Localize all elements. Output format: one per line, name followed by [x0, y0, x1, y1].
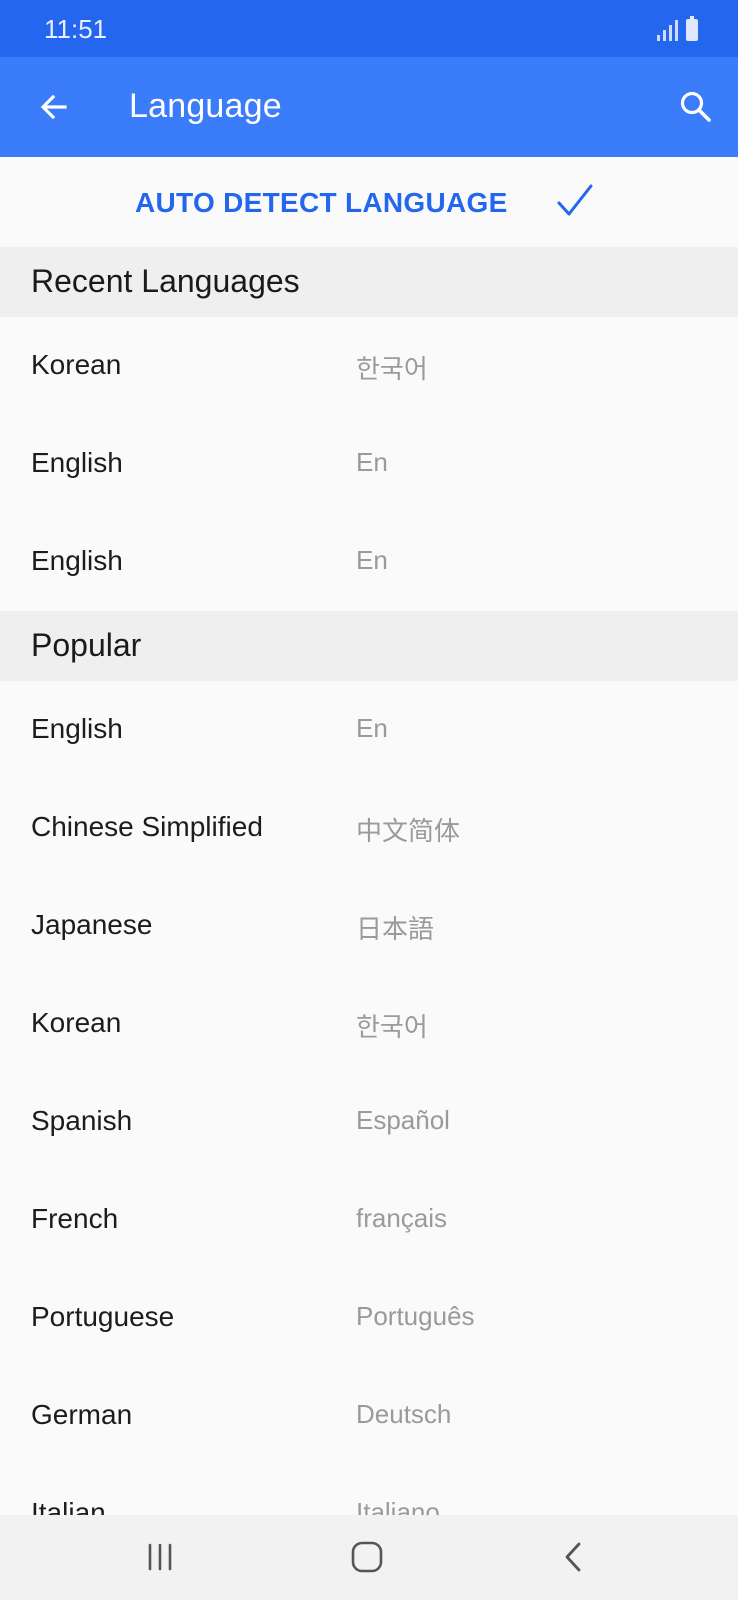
language-native-name: Deutsch	[356, 1399, 452, 1429]
recent-apps-button[interactable]	[120, 1529, 200, 1585]
language-row-portuguese[interactable]: Portuguese Português	[0, 1269, 738, 1367]
language-name: German	[31, 1399, 133, 1430]
home-icon	[351, 1541, 383, 1573]
language-name: Japanese	[31, 909, 153, 940]
arrow-left-icon	[40, 94, 67, 120]
language-name: English	[31, 713, 123, 744]
back-nav-button[interactable]	[534, 1529, 614, 1585]
status-bar: 11:51	[0, 0, 738, 57]
language-row-english[interactable]: English En	[0, 415, 738, 513]
section-header-popular: Popular	[0, 611, 738, 681]
search-button[interactable]	[668, 79, 724, 135]
language-row-spanish[interactable]: Spanish Español	[0, 1073, 738, 1171]
section-title: Recent Languages	[31, 263, 300, 299]
back-button[interactable]	[26, 79, 82, 135]
auto-detect-label: AUTO DETECT LANGUAGE	[135, 187, 508, 218]
page-title: Language	[129, 87, 282, 125]
language-name: Korean	[31, 349, 122, 380]
language-name: Korean	[31, 1007, 122, 1038]
checkmark-icon	[557, 184, 593, 216]
language-row-french[interactable]: French français	[0, 1171, 738, 1269]
language-native-name: Português	[356, 1301, 475, 1331]
language-name: Spanish	[31, 1105, 133, 1136]
language-name: French	[31, 1203, 119, 1234]
language-row-english[interactable]: English En	[0, 681, 738, 779]
language-name: English	[31, 447, 123, 478]
language-name: Chinese Simplified	[31, 811, 263, 842]
language-name: English	[31, 545, 123, 576]
home-button[interactable]	[327, 1529, 407, 1585]
language-native-name: 한국어	[356, 354, 428, 384]
language-name: Portuguese	[31, 1301, 175, 1332]
language-row-korean[interactable]: Korean 한국어	[0, 975, 738, 1073]
language-row-english[interactable]: English En	[0, 513, 738, 611]
app-bar: Language	[0, 57, 738, 157]
language-native-name: 한국어	[356, 1012, 428, 1042]
signal-icon	[657, 19, 678, 41]
section-title: Popular	[31, 627, 142, 663]
system-nav-bar	[0, 1515, 738, 1600]
language-native-name: français	[356, 1203, 448, 1233]
language-native-name: En	[356, 713, 388, 743]
language-native-name: 日本語	[356, 914, 435, 944]
language-row-korean[interactable]: Korean 한국어	[0, 317, 738, 415]
language-row-chinese-simplified[interactable]: Chinese Simplified 中文简体	[0, 779, 738, 877]
chevron-left-icon	[565, 1542, 581, 1572]
status-icons	[657, 16, 698, 41]
section-header-recent: Recent Languages	[0, 247, 738, 317]
status-time: 11:51	[44, 14, 108, 44]
language-native-name: 中文简体	[356, 816, 461, 846]
language-native-name: En	[356, 545, 388, 575]
search-icon	[680, 91, 711, 122]
language-native-name: Español	[356, 1105, 450, 1135]
language-row-german[interactable]: German Deutsch	[0, 1367, 738, 1465]
language-native-name: En	[356, 447, 388, 477]
battery-icon	[686, 16, 698, 41]
recent-apps-icon	[148, 1543, 172, 1571]
language-row-japanese[interactable]: Japanese 日本語	[0, 877, 738, 975]
auto-detect-language-option[interactable]: AUTO DETECT LANGUAGE	[0, 157, 738, 247]
